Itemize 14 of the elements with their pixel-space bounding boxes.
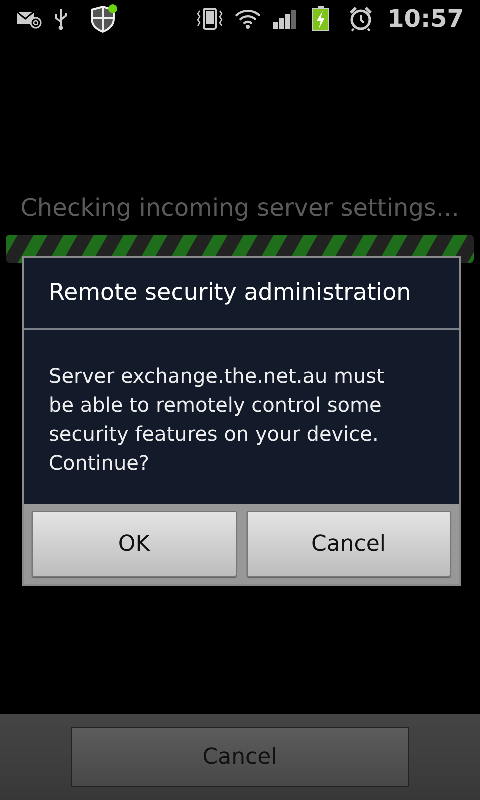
alarm-clock-icon	[348, 6, 374, 32]
battery-charging-icon	[312, 6, 330, 32]
dialog-button[interactable]: Cancel	[246, 511, 451, 577]
progress-label: Checking incoming server settings...	[20, 193, 460, 224]
clock-time: 10:57	[388, 7, 464, 31]
vibrate-icon	[196, 7, 224, 31]
email-icon	[16, 9, 42, 29]
dialog-title: Remote security administration	[24, 258, 459, 330]
wifi-icon	[234, 8, 262, 30]
signal-icon	[272, 8, 298, 30]
dialog-message: Server exchange.the.net.au must be able to remotely control some security features on your device. Continue?	[48, 363, 386, 477]
shield-icon	[89, 4, 119, 34]
usb-icon	[53, 7, 69, 31]
dialog-button[interactable]: OK	[32, 511, 236, 577]
